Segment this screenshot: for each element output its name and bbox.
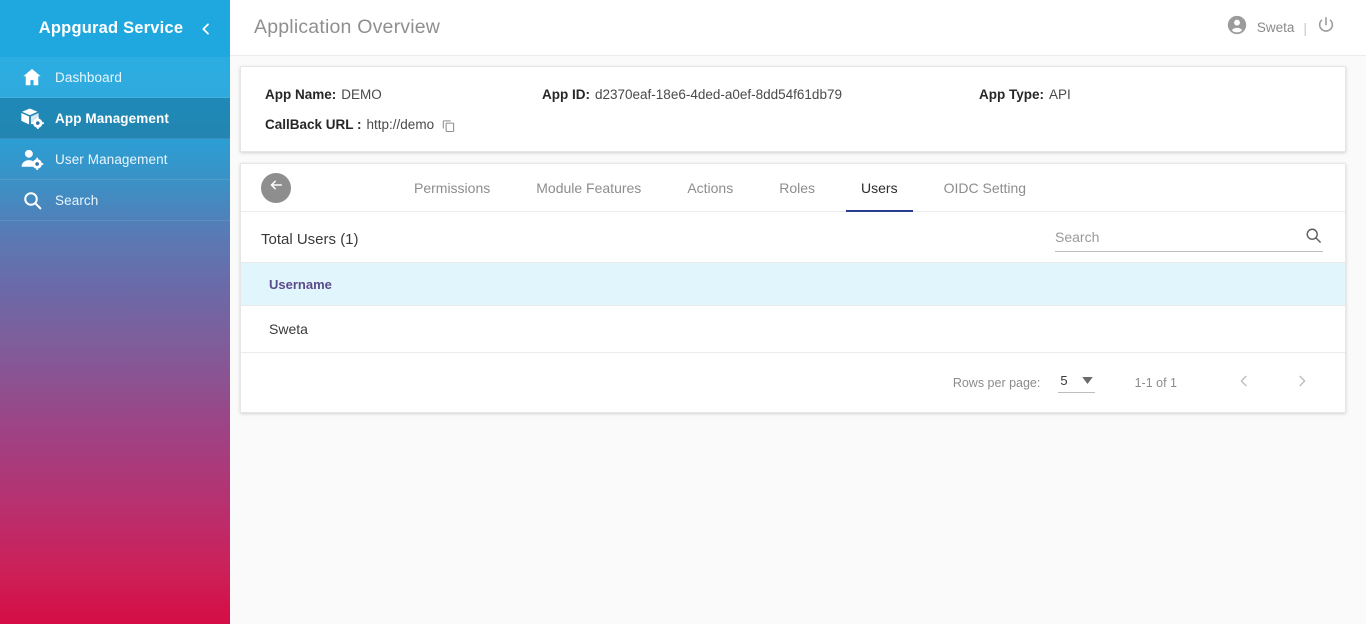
chevron-right-icon [1294,373,1310,392]
user-gear-icon [14,148,50,170]
tab-label: Module Features [536,179,642,196]
tab-label: Permissions [414,179,491,196]
pagination-next-button[interactable] [1287,368,1317,398]
sidebar-item-search[interactable]: Search [0,180,230,221]
users-table-body: Sweta [241,305,1345,353]
app-info-row-1: App Name: DEMO App ID: d2370eaf-18e6-4de… [265,83,1321,107]
copy-icon[interactable] [441,118,456,133]
chevron-left-icon [1236,373,1252,392]
top-bar-right: Sweta | [1226,14,1350,41]
search-input[interactable] [1055,229,1304,245]
user-name-label: Sweta [1256,20,1295,35]
tabs-card: Permissions Module Features Actions Role… [240,163,1346,413]
users-toolbar: Total Users (1) [241,212,1345,262]
caret-down-icon [1081,373,1093,387]
sidebar: Appgurad Service Dashboard App Managemen… [0,0,230,624]
back-button[interactable] [261,172,291,203]
callback-url-field: CallBack URL : http://demo [265,113,456,137]
tab-roles[interactable]: Roles [756,164,838,212]
app-type-value: API [1049,87,1071,102]
rows-per-page-label: Rows per page: [952,375,1041,390]
callback-url-label: CallBack URL : [265,117,362,132]
tab-module-features[interactable]: Module Features [513,164,664,212]
users-table-head: Username [241,262,1345,306]
sidebar-item-dashboard[interactable]: Dashboard [0,57,230,98]
app-type-label: App Type: [979,87,1044,102]
pagination-range: 1-1 of 1 [1134,375,1177,390]
callback-url-value: http://demo [366,117,435,132]
search-icon[interactable] [1304,226,1323,245]
power-icon[interactable] [1316,15,1336,40]
sidebar-item-label: App Management [55,110,169,126]
sidebar-item-user-management[interactable]: User Management [0,139,230,180]
tab-label: Users [861,179,898,196]
tabs-list: Permissions Module Features Actions Role… [391,164,1049,212]
sidebar-item-label: User Management [55,151,168,167]
chevron-left-icon [198,21,214,37]
tab-users[interactable]: Users [838,164,921,212]
content-area: App Name: DEMO App ID: d2370eaf-18e6-4de… [230,56,1366,413]
rows-per-page-value: 5 [1060,372,1068,388]
app-id-label: App ID: [542,87,590,102]
topbar-divider: | [1303,19,1307,36]
app-id-value: d2370eaf-18e6-4ded-a0ef-8dd54f61db79 [595,87,842,102]
app-info-card: App Name: DEMO App ID: d2370eaf-18e6-4de… [240,66,1346,152]
column-header-username[interactable]: Username [241,262,1345,306]
sidebar-item-label: Dashboard [55,69,122,85]
app-info-row-2: CallBack URL : http://demo [265,113,1321,137]
tab-label: Roles [779,179,816,196]
pagination-prev-button[interactable] [1229,368,1259,398]
app-name-value: DEMO [341,87,382,102]
sidebar-header: Appgurad Service [0,0,230,57]
tab-permissions[interactable]: Permissions [391,164,513,212]
app-name-field: App Name: DEMO [265,83,542,107]
table-row[interactable]: Sweta [241,305,1345,353]
users-table: Username Sweta [241,262,1345,353]
rows-per-page-select[interactable]: 5 [1058,372,1095,393]
app-root: Appgurad Service Dashboard App Managemen… [0,0,1366,624]
total-users-label: Total Users (1) [261,230,359,248]
arrow-back-icon [267,176,285,199]
tab-actions[interactable]: Actions [664,164,756,212]
sidebar-item-label: Search [55,192,99,208]
search-box [1055,226,1323,252]
tabs-row: Permissions Module Features Actions Role… [241,164,1345,212]
tab-label: OIDC Setting [943,179,1027,196]
tab-label: Actions [687,179,734,196]
sidebar-nav: Dashboard App Management User Management… [0,57,230,221]
app-type-field: App Type: API [979,83,1071,107]
home-icon [14,66,50,88]
account-circle-icon[interactable] [1226,14,1248,41]
main-area: Application Overview Sweta | App Name: D… [230,0,1366,624]
cell-username: Sweta [241,305,1345,353]
top-bar: Application Overview Sweta | [230,0,1366,56]
table-header-row: Username [241,262,1345,306]
sidebar-item-app-management[interactable]: App Management [0,98,230,139]
pagination-bar: Rows per page: 5 1-1 of 1 [241,353,1345,412]
sidebar-collapse-button[interactable] [196,19,216,39]
page-title: Application Overview [254,16,441,38]
search-icon [14,190,50,211]
app-id-field: App ID: d2370eaf-18e6-4ded-a0ef-8dd54f61… [542,83,979,107]
brand-title: Appgurad Service [38,19,184,37]
box-gear-icon [14,107,50,129]
app-name-label: App Name: [265,87,337,102]
tab-oidc-setting[interactable]: OIDC Setting [921,164,1049,212]
